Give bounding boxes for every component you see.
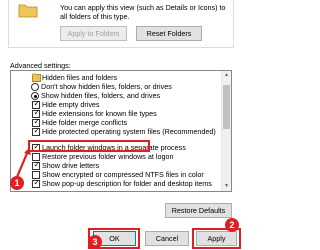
settings-row-label: Don't show hidden files, folders, or dri…: [41, 82, 172, 91]
folder-icon: [32, 73, 41, 82]
settings-row-label: Show drive letters: [42, 161, 100, 170]
checkmark-icon: ✓: [33, 125, 41, 135]
checkmark-icon: ✓: [33, 116, 41, 126]
radio-button[interactable]: [31, 83, 39, 91]
checkmark-icon: ✓: [33, 98, 41, 108]
scrollbar-thumb[interactable]: [223, 85, 230, 129]
folder-icon: [18, 4, 38, 18]
cancel-button[interactable]: Cancel: [145, 231, 189, 246]
advanced-settings-label: Advanced settings:: [10, 61, 71, 70]
radio-dot-icon: [33, 94, 37, 98]
folder-options-dialog: You can apply this view (such as Details…: [0, 0, 241, 250]
restore-defaults-button[interactable]: Restore Defaults: [165, 203, 232, 218]
step-3-marker: 3: [88, 235, 102, 249]
folder-views-description: You can apply this view (such as Details…: [60, 3, 226, 21]
checkbox[interactable]: ✓: [32, 125, 41, 136]
scroll-up-icon[interactable]: ▲: [222, 71, 231, 80]
settings-row-label: Hide protected operating system files (R…: [42, 127, 216, 136]
settings-row-label: Restore previous folder windows at logon: [42, 152, 174, 161]
vertical-scrollbar[interactable]: ▲ ▼: [221, 71, 231, 191]
advanced-settings-list[interactable]: Hidden files and folders Don't show hidde…: [10, 70, 232, 192]
settings-row-label: Show encrypted or compressed NTFS files …: [42, 170, 204, 179]
settings-row-label: Show hidden files, folders, and drives: [41, 91, 161, 100]
step-1-arrow-icon: [15, 148, 31, 178]
scroll-down-icon[interactable]: ▼: [222, 182, 231, 191]
launch-separate-process-highlight: [28, 140, 150, 152]
checkmark-icon: ✓: [33, 107, 41, 117]
checkbox[interactable]: ✓: [32, 177, 41, 188]
step-2-marker: 2: [225, 218, 239, 232]
settings-row-label: Hide folder merge conflicts: [42, 118, 128, 127]
apply-to-folders-button[interactable]: Apply to Folders: [60, 26, 127, 41]
settings-row-label: Hide empty drives: [42, 100, 100, 109]
reset-folders-button[interactable]: Reset Folders: [136, 26, 202, 41]
settings-row-label: Hide extensions for known file types: [42, 109, 157, 118]
settings-row-label: Show pop-up description for folder and d…: [42, 179, 212, 188]
checkmark-icon: ✓: [33, 177, 41, 187]
settings-row-label: Hidden files and folders: [42, 73, 118, 82]
checkmark-icon: ✓: [33, 159, 41, 169]
